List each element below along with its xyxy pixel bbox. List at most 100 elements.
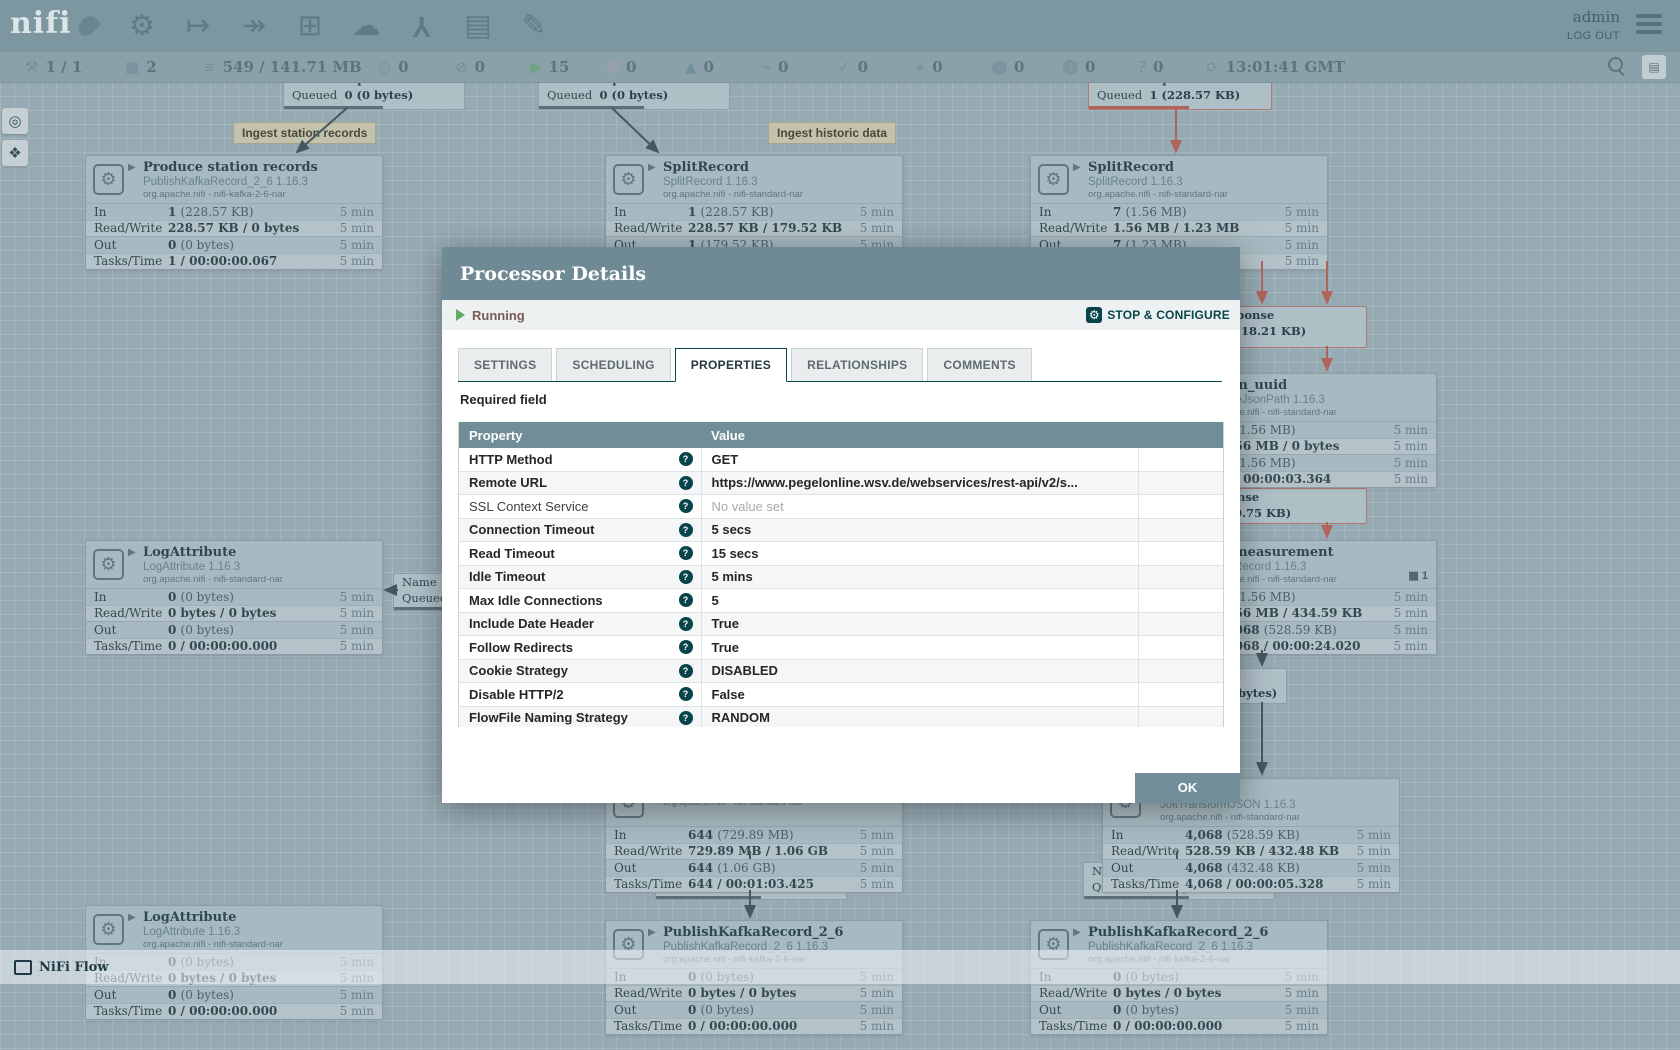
app-header: nifi ⚙ ↦ ↠ ⊞ ☁ Y ▤ ✎ admin LOG OUT (0, 0, 1680, 52)
cluster-icon: ⚒ (25, 58, 38, 76)
help-icon[interactable]: ? (679, 593, 693, 607)
sync-alert-icon: ! (1063, 60, 1078, 75)
processor-icon: ⚙ (93, 914, 124, 945)
nifi-logo: nifi (10, 6, 96, 41)
template-toolbar-icon[interactable]: ▤ (458, 8, 498, 44)
running-count-icon: ▶ (530, 58, 542, 76)
help-icon[interactable]: ? (679, 711, 693, 725)
tab-relationships[interactable]: RELATIONSHIPS (791, 348, 923, 381)
help-icon[interactable]: ? (679, 476, 693, 490)
property-row: Follow Redirects?True (459, 636, 1223, 660)
queue-indicator (284, 106, 383, 109)
stop-and-configure-button[interactable]: ⚙ STOP & CONFIGURE (1086, 307, 1230, 323)
dialog-title: Processor Details (460, 263, 646, 285)
dialog-tabs: SETTINGS SCHEDULING PROPERTIES RELATIONS… (458, 348, 1222, 382)
property-row: Include Date Header?True (459, 612, 1223, 636)
flow-label[interactable]: Ingest station records (233, 122, 376, 144)
output-port-toolbar-icon[interactable]: ↠ (234, 8, 274, 44)
property-row: Idle Timeout?5 mins (459, 565, 1223, 589)
funnel-toolbar-icon[interactable]: Y (402, 8, 442, 44)
property-row: Cookie Strategy?DISABLED (459, 659, 1223, 683)
transmitting-icon: ◎ (378, 58, 391, 76)
tab-scheduling[interactable]: SCHEDULING (556, 348, 670, 381)
queue-indicator (539, 106, 644, 109)
property-row: Disable HTTP/2?False (459, 683, 1223, 707)
queue-indicator (656, 896, 761, 899)
search-button[interactable] (1608, 57, 1628, 77)
flow-label[interactable]: Ingest historic data (768, 122, 896, 144)
process-group-toolbar-icon[interactable]: ⊞ (290, 8, 330, 44)
refresh-icon[interactable]: ⟳ (1206, 58, 1219, 76)
running-status-icon: ▶ (128, 912, 136, 923)
last-refresh-time: 13:01:41 GMT (1226, 58, 1346, 76)
global-menu-icon[interactable] (1636, 14, 1662, 34)
property-row: Read Timeout?15 secs (459, 542, 1223, 566)
run-state-label: Running (472, 308, 525, 323)
help-icon[interactable]: ? (679, 523, 693, 537)
input-port-toolbar-icon[interactable]: ↦ (178, 8, 218, 44)
logout-link[interactable]: LOG OUT (1567, 30, 1620, 42)
breadcrumb[interactable]: NiFi Flow (14, 960, 109, 975)
property-row: HTTP Method?GET (459, 448, 1223, 471)
stopped-count-icon (607, 61, 619, 73)
current-user: admin (1567, 8, 1620, 26)
processor-node[interactable]: ⚙ ▶ LogAttribute LogAttribute 1.16.3 org… (85, 540, 383, 655)
bulletin-board-button[interactable]: ▤ (1642, 55, 1666, 79)
process-group-icon (14, 960, 32, 975)
operate-palette-button[interactable]: ❖ (2, 140, 28, 166)
property-row: Remote URL?https://www.pegelonline.wsv.d… (459, 471, 1223, 495)
label-toolbar-icon[interactable]: ✎ (514, 8, 554, 44)
not-transmitting-icon: ⊘ (455, 58, 468, 76)
search-icon (1608, 57, 1623, 72)
tab-comments[interactable]: COMMENTS (927, 348, 1031, 381)
status-bar: ⚒1 / 1 ▩2 ≡549 / 141.71 MB ◎0 ⊘0 ▶15 0 ▲… (0, 52, 1680, 83)
gear-icon: ⚙ (1086, 307, 1102, 323)
sync-unknown-icon: ? (1138, 58, 1146, 76)
dialog-header: Processor Details (442, 247, 1240, 300)
navigate-palette-button[interactable]: ◎ (2, 108, 28, 134)
stale-icon: ↑ (992, 60, 1007, 75)
help-icon[interactable]: ? (679, 687, 693, 701)
ok-button[interactable]: OK (1135, 773, 1240, 803)
help-icon[interactable]: ? (679, 499, 693, 513)
value-column-header: Value (701, 422, 1138, 448)
active-threads-icon: ▩ (125, 58, 139, 76)
help-icon[interactable]: ? (679, 570, 693, 584)
processor-icon: ⚙ (1038, 164, 1069, 195)
queue-indicator (1089, 106, 1189, 109)
required-field-note: Required field (460, 392, 547, 407)
processor-icon: ⚙ (93, 164, 124, 195)
help-icon[interactable]: ? (679, 640, 693, 654)
breadcrumb-bar: NiFi Flow (0, 950, 1680, 984)
running-status-icon: ▶ (128, 162, 136, 173)
tab-settings[interactable]: SETTINGS (458, 348, 552, 381)
processor-icon: ⚙ (613, 164, 644, 195)
property-row: SSL Context Service?No value set (459, 495, 1223, 519)
locally-modified-icon: ∗ (915, 58, 925, 76)
processor-details-dialog: Processor Details Running ⚙ STOP & CONFI… (442, 247, 1240, 803)
help-icon[interactable]: ? (679, 546, 693, 560)
tab-properties[interactable]: PROPERTIES (675, 348, 787, 382)
property-row: Connection Timeout?5 secs (459, 518, 1223, 542)
disabled-count-icon: ⌁ (762, 58, 771, 76)
running-status-icon: ▶ (1073, 162, 1081, 173)
running-status-icon: ▶ (648, 927, 656, 938)
property-row: Max Idle Connections?5 (459, 589, 1223, 613)
queue-indicator (1084, 896, 1189, 899)
help-icon[interactable]: ? (679, 617, 693, 631)
processor-icon: ⚙ (93, 549, 124, 580)
operate-icon: ❖ (8, 144, 21, 162)
up-to-date-icon: ✓ (838, 58, 851, 76)
property-row: FlowFile Naming Strategy?RANDOM (459, 706, 1223, 727)
thread-count-badge: ▦ 1 (1408, 569, 1428, 582)
help-icon[interactable]: ? (679, 664, 693, 678)
navigate-icon: ◎ (8, 112, 21, 130)
queued-list-icon: ≡ (203, 58, 216, 76)
processor-toolbar-icon[interactable]: ⚙ (122, 8, 162, 44)
running-status-icon: ▶ (128, 547, 136, 558)
bulletin-icon: ▤ (1648, 60, 1659, 74)
help-icon[interactable]: ? (679, 452, 693, 466)
processor-node[interactable]: ⚙ ▶ Produce station records PublishKafka… (85, 155, 383, 270)
remote-process-group-toolbar-icon[interactable]: ☁ (346, 8, 386, 44)
properties-table: Property Value HTTP Method?GET Remote UR… (458, 422, 1224, 727)
